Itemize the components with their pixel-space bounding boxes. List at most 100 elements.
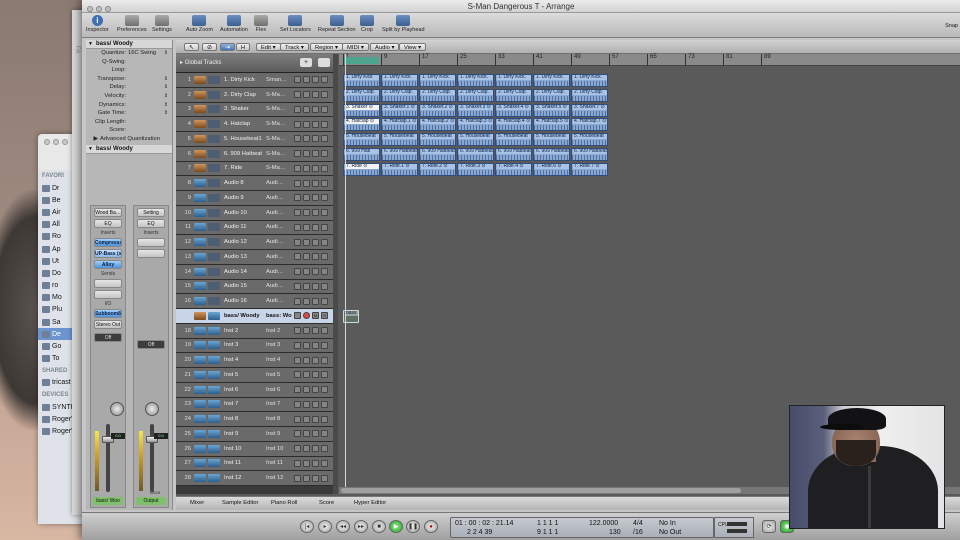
add-track-button[interactable]: + [300,58,312,67]
track-row[interactable]: bass/ Woodybass: Wo…MS [176,309,335,324]
audio-region[interactable]: 2. Dirty Clap. [495,88,532,102]
settings-button[interactable]: Settings [152,15,172,33]
record-enable-button[interactable] [303,474,310,482]
output-insert-slot-1[interactable] [137,238,165,247]
channel-name[interactable]: bass/ Woo [93,497,123,505]
solo-button[interactable] [321,327,328,335]
audio-region[interactable]: 6. 909 Hatbeat [457,147,494,161]
track-name[interactable]: 1. Dirty Kick [220,77,266,83]
track-on-button[interactable] [294,282,301,290]
track-on-button[interactable] [294,474,301,482]
record-enable-button[interactable] [303,105,310,113]
volume-fader-track[interactable] [106,424,110,492]
track-name[interactable]: Audio 8 [220,180,266,186]
track-name[interactable]: Inst 9 [220,431,266,437]
track-name[interactable]: Audio 15 [220,283,266,289]
mute-button[interactable] [312,356,319,364]
split-by-playhead-button[interactable]: Split by Playhead [382,15,425,33]
solo-button[interactable] [321,76,328,84]
track-row[interactable]: 24 Inst 8 Inst 8 [176,412,335,427]
back-button[interactable]: ↖ [184,43,199,51]
region-param-row[interactable]: Transpose: [86,75,172,84]
record-enable-button[interactable] [303,91,310,99]
param-value[interactable] [128,109,172,118]
solo-button[interactable] [321,356,328,364]
link-button[interactable]: ⊘ [202,43,217,51]
arrange-menu-track[interactable]: Track ▾ [280,43,309,51]
record-enable-button[interactable] [303,179,310,187]
record-enable-button[interactable] [303,268,310,276]
track-on-button[interactable] [294,312,301,320]
track-row[interactable]: 16 Audio 16 Audi… [176,294,335,309]
set-locators-button[interactable]: Set Locators [280,15,311,33]
preferences-button[interactable]: Preferences [117,15,147,33]
audio-region[interactable]: 2. Dirty Clap. [381,88,418,102]
audio-region[interactable]: 6. 909 Hatbeat [571,147,608,161]
region-param-row[interactable]: Loop: [86,66,172,75]
solo-button[interactable] [321,282,328,290]
solo-button[interactable] [321,297,328,305]
track-on-button[interactable] [294,223,301,231]
finder-window-controls[interactable] [44,139,71,147]
horizontal-scroll-thumb[interactable] [341,488,741,493]
mute-button[interactable] [312,386,319,394]
track-name[interactable]: Inst 4 [220,357,266,363]
region-param-row[interactable]: Delay: [86,83,172,92]
track-list-scrollbar[interactable] [333,54,338,494]
mute-button[interactable] [312,297,319,305]
record-enable-button[interactable] [303,120,310,128]
track-name[interactable]: Audio 16 [220,298,266,304]
track-row[interactable]: 7 7. Ride S-Ma… [176,161,335,177]
mute-button[interactable] [312,105,319,113]
audio-region[interactable]: 5. Housebeat [495,133,532,147]
audio-region[interactable]: 3. Shaker.4 ⊙ [495,103,532,117]
track-on-button[interactable] [294,371,301,379]
audio-region[interactable]: 4. Hatclap.5 ⊙ [533,118,570,132]
output-slot[interactable]: Stereo Out [94,320,122,329]
solo-button[interactable]: S [321,312,328,320]
track-row[interactable]: 20 Inst 4 Inst 4 [176,353,335,368]
solo-button[interactable] [321,164,328,172]
track-row[interactable]: 25 Inst 9 Inst 9 [176,427,335,442]
track-name[interactable]: Inst 10 [220,446,266,452]
mute-button[interactable] [312,120,319,128]
track-on-button[interactable] [294,327,301,335]
audio-region[interactable]: 5. Housebeat [533,133,570,147]
bounce-button[interactable]: Bnce [150,490,160,495]
track-row[interactable]: 4 4. Hatclap S-Ma… [176,117,335,132]
audio-region[interactable]: 1. Dirty Kick. [495,74,532,87]
insert-slot-2[interactable]: UP-Bass (s) [94,249,122,258]
audio-region[interactable]: 2. Dirty Clap. [571,88,608,102]
solo-button[interactable] [321,150,328,158]
mute-button[interactable] [312,400,319,408]
track-name[interactable]: Inst 11 [220,460,266,466]
output-setting-button[interactable]: Setting [137,208,165,217]
minimize-button[interactable] [96,6,102,12]
mute-button[interactable] [312,238,319,246]
mute-button[interactable] [312,474,319,482]
mute-button[interactable] [312,179,319,187]
track-on-button[interactable] [294,194,301,202]
close-button[interactable] [87,6,93,12]
cycle-region[interactable] [344,57,379,64]
tab-score[interactable]: Score [319,500,334,506]
arrange-menu-audio[interactable]: Audio ▾ [370,43,400,51]
play-button[interactable]: ▶ [389,520,403,533]
tab-sample-editor[interactable]: Sample Editor [222,500,258,506]
track-row[interactable]: 22 Inst 6 Inst 6 [176,382,335,398]
track-row[interactable]: 28 Inst 12 Inst 12 [176,471,335,486]
solo-button[interactable] [321,253,328,261]
track-name[interactable]: Audio 12 [220,239,266,245]
track-name[interactable]: Audio 9 [220,195,266,201]
track-row[interactable]: 18 Inst 2 Inst 2 [176,323,335,339]
audio-region[interactable]: 7. Ride.2 ⊙ [419,162,456,176]
audio-region[interactable]: 1. Dirty Kick. [457,74,494,87]
audio-region[interactable]: 2. Dirty Clap. [457,88,494,102]
cycle-button[interactable]: ⟳ [762,520,776,533]
region-param-row[interactable]: Dynamics: [86,101,172,110]
track-on-button[interactable] [294,91,301,99]
zoom-button[interactable] [105,6,111,12]
solo-button[interactable] [321,194,328,202]
track-on-button[interactable] [294,253,301,261]
output-pan-knob[interactable] [145,402,159,416]
